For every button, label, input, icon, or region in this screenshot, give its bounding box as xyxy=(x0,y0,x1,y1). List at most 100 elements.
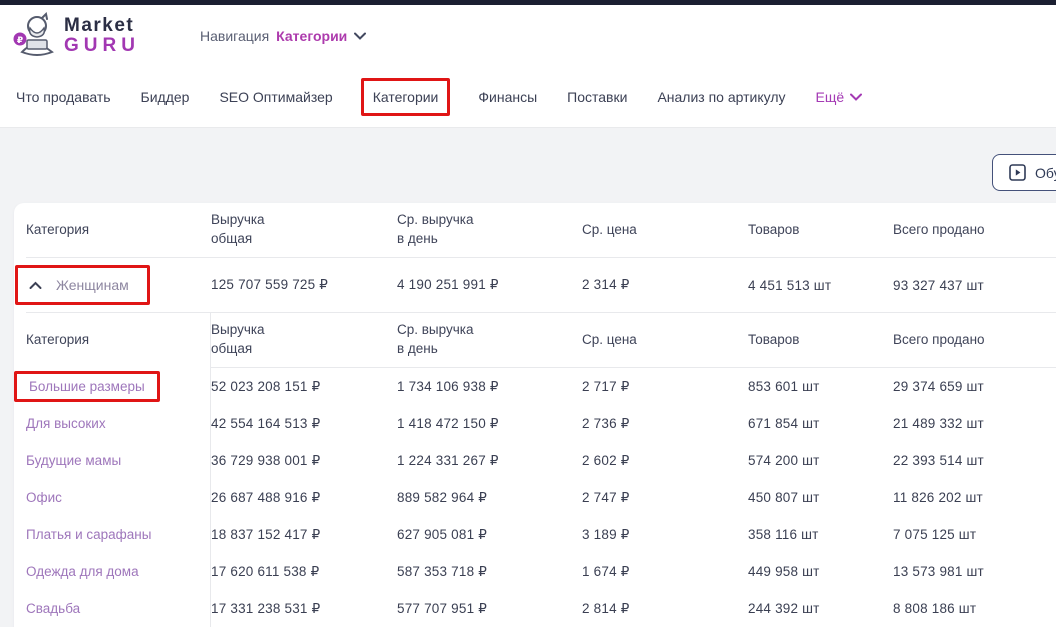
tab-what-to-sell[interactable]: Что продавать xyxy=(16,89,111,105)
play-video-icon xyxy=(1009,164,1026,181)
subtable-header-row: КатегорияВыручкаобщаяСр. выручкав деньСр… xyxy=(26,313,1056,368)
parent-row-value: 4 451 513 шт xyxy=(748,278,893,293)
subcategory-cell: Платья и сарафаны xyxy=(26,516,211,553)
subcategory-link[interactable]: Платья и сарафаны xyxy=(26,527,151,542)
navigation-selector[interactable]: Навигация Категории xyxy=(200,28,366,44)
table-cell: 7 075 125 шт xyxy=(893,527,1056,542)
parent-category-cell: Женщинам xyxy=(26,265,211,305)
tab-bidder[interactable]: Биддер xyxy=(141,89,190,105)
subcategory-link[interactable]: Свадьба xyxy=(26,601,80,616)
tab-finances[interactable]: Финансы xyxy=(478,89,537,105)
table-row: Свадьба17 331 238 531 ₽577 707 951 ₽2 81… xyxy=(26,590,1056,627)
column-header: Всего продано xyxy=(893,221,1056,240)
tab-categories[interactable]: Категории xyxy=(363,89,449,105)
table-row: Платья и сарафаны 18 837 152 417 ₽627 905… xyxy=(26,516,1056,553)
svg-text:₽: ₽ xyxy=(17,35,23,45)
guru-mascot-icon: ₽ xyxy=(12,12,58,60)
subcategory-cell: Офис xyxy=(26,479,211,516)
main-tab-bar: Что продавать Биддер SEO Оптимайзер Категор… xyxy=(0,66,1056,128)
table-cell: 2 814 ₽ xyxy=(582,601,748,617)
table-cell: 52 023 208 151 ₽ xyxy=(211,379,397,395)
table-cell: 17 331 238 531 ₽ xyxy=(211,601,397,617)
column-header: Ср. цена xyxy=(582,221,748,240)
chevron-down-icon xyxy=(850,93,862,101)
table-cell: 574 200 шт xyxy=(748,453,893,468)
marketguru-logo[interactable]: ₽ Market GURU xyxy=(12,12,162,60)
tab-sku-analysis[interactable]: Анализ по артикулу xyxy=(657,89,785,105)
chevron-up-icon[interactable] xyxy=(29,281,42,290)
parent-row-value: 2 314 ₽ xyxy=(582,277,748,293)
subcategory-link[interactable]: Будущие мамы xyxy=(26,453,121,468)
table-cell: 2 736 ₽ xyxy=(582,416,748,432)
column-header: Товаров xyxy=(748,221,893,240)
parent-row-value: 125 707 559 725 ₽ xyxy=(211,277,397,293)
navigation-label: Навигация xyxy=(200,28,269,44)
column-header: Товаров xyxy=(748,313,893,368)
subcategory-cell: Будущие мамы xyxy=(26,442,211,479)
column-header: Всего продано xyxy=(893,313,1056,368)
table-cell: 17 620 611 538 ₽ xyxy=(211,564,397,580)
tab-seo-optimizer[interactable]: SEO Оптимайзер xyxy=(219,89,332,105)
column-header: Выручкаобщая xyxy=(211,211,397,248)
table-cell: 26 687 488 916 ₽ xyxy=(211,490,397,506)
categories-table-card: КатегорияВыручкаобщаяСр. выручкав деньСр… xyxy=(14,203,1056,627)
training-video-button[interactable]: Обуча xyxy=(992,154,1056,191)
table-cell: 2 747 ₽ xyxy=(582,490,748,506)
subcategory-link[interactable]: Для высоких xyxy=(26,416,106,431)
table-row: Для высоких 42 554 164 513 ₽1 418 472 150… xyxy=(26,405,1056,442)
subcategory-cell: Большие размеры xyxy=(26,368,211,405)
subcategory-link[interactable]: Офис xyxy=(26,490,62,505)
parent-row-value: 93 327 437 шт xyxy=(893,278,1056,293)
tab-supplies[interactable]: Поставки xyxy=(567,89,627,105)
page-content: Обуча КатегорияВыручкаобщаяСр. выручкав … xyxy=(0,128,1056,627)
table-cell: 18 837 152 417 ₽ xyxy=(211,527,397,543)
table-cell: 2 602 ₽ xyxy=(582,453,748,469)
table-cell: 587 353 718 ₽ xyxy=(397,564,582,580)
table-cell: 450 807 шт xyxy=(748,490,893,505)
table-cell: 3 189 ₽ xyxy=(582,527,748,543)
table-cell: 2 717 ₽ xyxy=(582,379,748,395)
annotation-box: Женщинам xyxy=(15,265,150,305)
table-cell: 627 905 081 ₽ xyxy=(397,527,582,543)
subcategory-cell: Одежда для дома xyxy=(26,553,211,590)
table-row: Будущие мамы 36 729 938 001 ₽1 224 331 26… xyxy=(26,442,1056,479)
brand-line2: GURU xyxy=(64,36,140,55)
table-cell: 21 489 332 шт xyxy=(893,416,1056,431)
table-row: Одежда для дома 17 620 611 538 ₽587 353 7… xyxy=(26,553,1056,590)
parent-category-link[interactable]: Женщинам xyxy=(56,277,129,293)
table-cell: 8 808 186 шт xyxy=(893,601,1056,616)
subcategory-cell: Свадьба xyxy=(26,590,211,627)
parent-category-row: Женщинам 125 707 559 725 ₽4 190 251 991 … xyxy=(26,258,1056,313)
subcategory-link[interactable]: Одежда для дома xyxy=(26,564,139,579)
table-cell: 11 826 202 шт xyxy=(893,490,1056,505)
column-header: Ср. выручкав день xyxy=(397,211,582,248)
column-header: Ср. выручкав день xyxy=(397,313,582,368)
table-cell: 22 393 514 шт xyxy=(893,453,1056,468)
subcategory-cell: Для высоких xyxy=(26,405,211,442)
tab-more[interactable]: Ещё xyxy=(816,89,863,105)
table-cell: 36 729 938 001 ₽ xyxy=(211,453,397,469)
table-row: Офис 26 687 488 916 ₽889 582 964 ₽2 747 ₽… xyxy=(26,479,1056,516)
table-cell: 13 573 981 шт xyxy=(893,564,1056,579)
app-header: ₽ Market GURU Навигация Категории xyxy=(0,5,1056,66)
chevron-down-icon xyxy=(354,32,366,40)
table-header-row: КатегорияВыручкаобщаяСр. выручкав деньСр… xyxy=(26,203,1056,258)
annotation-box: Категории xyxy=(361,78,451,116)
table-cell: 358 116 шт xyxy=(748,527,893,542)
table-cell: 671 854 шт xyxy=(748,416,893,431)
table-cell: 42 554 164 513 ₽ xyxy=(211,416,397,432)
subcategory-link[interactable]: Большие размеры xyxy=(29,379,145,394)
table-cell: 1 418 472 150 ₽ xyxy=(397,416,582,432)
column-header: Категория xyxy=(26,313,211,368)
table-cell: 29 374 659 шт xyxy=(893,379,1056,394)
column-header: Ср. цена xyxy=(582,313,748,368)
training-video-button-label: Обуча xyxy=(1035,165,1056,181)
brand-line1: Market xyxy=(64,16,140,35)
column-header: Категория xyxy=(26,221,211,240)
table-cell: 1 674 ₽ xyxy=(582,564,748,580)
table-cell: 889 582 964 ₽ xyxy=(397,490,582,506)
table-cell: 1 734 106 938 ₽ xyxy=(397,379,582,395)
table-cell: 449 958 шт xyxy=(748,564,893,579)
navigation-current-value: Категории xyxy=(276,28,347,44)
table-cell: 1 224 331 267 ₽ xyxy=(397,453,582,469)
